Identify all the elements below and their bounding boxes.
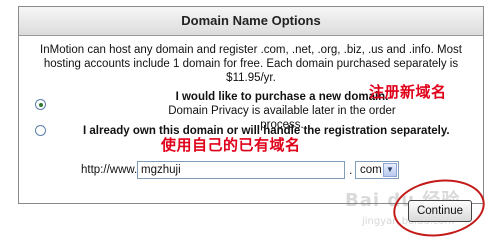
panel-title: Domain Name Options [19, 7, 483, 36]
continue-button[interactable]: Continue [408, 200, 472, 222]
own-annotation: 使用自己的已有域名 [161, 136, 301, 154]
tld-select[interactable]: com ▼ [355, 161, 399, 179]
chevron-down-icon[interactable]: ▼ [383, 163, 397, 177]
tld-separator: . [349, 163, 353, 177]
own-domain-radio[interactable] [35, 125, 46, 136]
domain-entry-row: http://www. . com ▼ [19, 159, 483, 183]
url-prefix: http://www. [81, 164, 138, 176]
tld-selected-value: com [360, 164, 382, 176]
purchase-domain-label: I would like to purchase a new domain. [175, 91, 389, 103]
purchase-domain-radio[interactable] [35, 99, 46, 110]
intro-text: InMotion can host any domain and registe… [40, 44, 462, 84]
domain-options-panel: Domain Name Options InMotion can host an… [18, 6, 484, 204]
domain-name-input[interactable] [137, 161, 345, 179]
purchase-annotation: 注册新域名 [369, 83, 447, 101]
